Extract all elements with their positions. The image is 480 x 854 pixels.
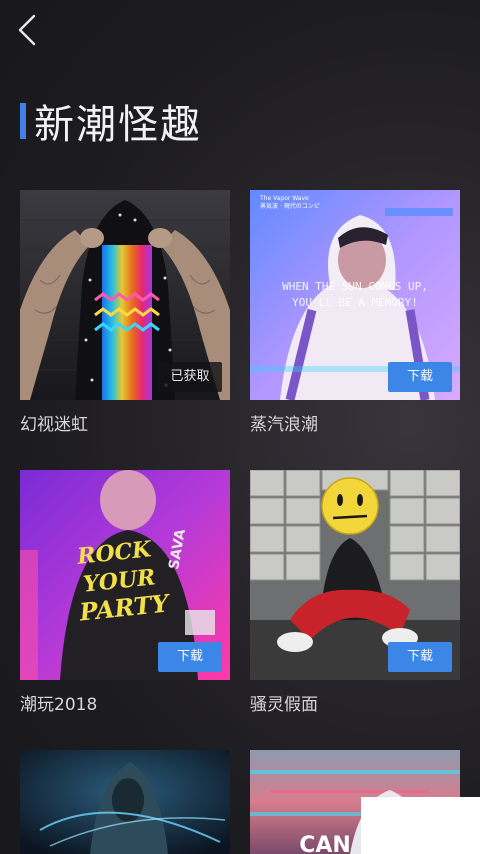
effect-card[interactable]: 下载 骚灵假面 (250, 470, 460, 715)
chevron-left-icon (18, 14, 36, 46)
art-caption-sub: 蒸気波 · 現代のコンピ (260, 202, 320, 210)
download-button[interactable]: 下载 (158, 642, 222, 672)
art-line-2: YOU'LL BE A MEMORY! (292, 296, 418, 309)
effect-name: 骚灵假面 (250, 695, 318, 715)
back-button[interactable] (12, 10, 48, 50)
page-header: 新潮怪趣 (20, 93, 202, 149)
effect-name: 蒸汽浪潮 (250, 415, 318, 435)
download-button[interactable]: 下载 (388, 362, 452, 392)
effect-name: 潮玩2018 (20, 695, 98, 715)
effect-card[interactable] (20, 750, 230, 854)
obtained-badge: 已获取 (158, 362, 222, 392)
effect-card[interactable]: The Vapor Wave 蒸気波 · 現代のコンピ WHEN THE SUN… (250, 190, 460, 435)
effect-card[interactable]: 已获取 幻视迷虹 (20, 190, 230, 435)
page-title: 新潮怪趣 (34, 102, 202, 148)
effect-thumbnail[interactable]: 已获取 (20, 190, 230, 400)
effect-thumbnail[interactable]: ROCK YOUR PARTY SAVA 下载 (20, 470, 230, 680)
effect-thumbnail[interactable]: The Vapor Wave 蒸気波 · 現代のコンピ WHEN THE SUN… (250, 190, 460, 400)
art-line-1: WHEN THE SUN COMES UP, (282, 280, 428, 293)
effect-thumbnail[interactable]: 下载 (250, 470, 460, 680)
art-caption: The Vapor Wave (259, 195, 309, 202)
effect-thumbnail[interactable] (20, 750, 230, 854)
art-sign-text: CAN (299, 833, 351, 854)
title-accent-bar (20, 103, 26, 139)
download-button[interactable]: 下载 (388, 642, 452, 672)
effect-name: 幻视迷虹 (20, 415, 88, 435)
effect-card[interactable]: ROCK YOUR PARTY SAVA 下载 潮玩2018 (20, 470, 230, 715)
corner-overlay (361, 797, 480, 854)
